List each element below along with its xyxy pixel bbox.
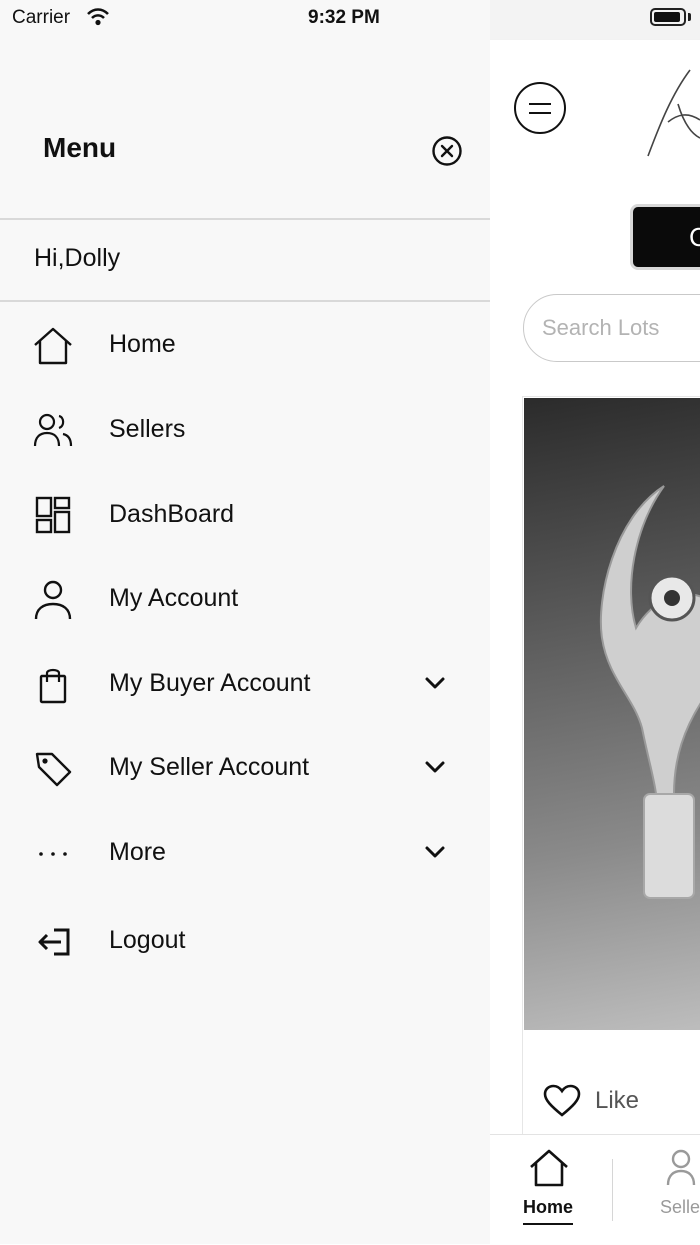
home-icon — [530, 1149, 568, 1187]
battery-cap — [688, 13, 691, 21]
lot-card[interactable]: Like — [522, 396, 700, 1134]
carrier-label: Carrier — [12, 7, 71, 28]
user-greeting: Hi,Dolly — [34, 244, 121, 272]
more-dots-icon — [39, 852, 67, 856]
search-input[interactable]: Search Lots — [523, 294, 700, 362]
dashboard-icon — [35, 496, 71, 534]
tab-divider — [612, 1159, 613, 1221]
like-button[interactable]: Like — [543, 1081, 639, 1121]
menu-item-sellers[interactable]: Sellers — [0, 395, 490, 465]
shopping-bag-icon — [39, 668, 67, 704]
menu-item-home[interactable]: Home — [0, 310, 490, 380]
users-icon — [666, 1149, 696, 1186]
tab-sellers-label: Selle — [660, 1197, 700, 1217]
menu-item-logout[interactable]: Logout — [0, 906, 490, 976]
drawer-title: Menu — [43, 132, 117, 163]
lot-image[interactable] — [524, 398, 700, 1030]
tab-home[interactable]: Home — [490, 1135, 606, 1245]
menu-item-dashboard[interactable]: DashBoard — [0, 480, 490, 550]
chevron-down-icon[interactable] — [424, 844, 446, 860]
home-icon — [34, 327, 72, 365]
menu-item-label: My Buyer Account — [109, 669, 311, 697]
battery-icon — [650, 8, 686, 26]
menu-item-label: My Account — [109, 584, 239, 612]
primary-button-label: C — [689, 222, 700, 252]
menu-item-label: DashBoard — [109, 500, 235, 528]
active-tab-indicator — [523, 1223, 573, 1225]
primary-button[interactable]: C — [630, 204, 700, 270]
menu-item-label: More — [109, 838, 166, 866]
users-icon — [33, 413, 73, 447]
bottom-tab-bar: Home Selle — [490, 1134, 700, 1245]
menu-item-my-seller-account[interactable]: My Seller Account — [0, 733, 490, 803]
tag-icon — [35, 752, 72, 787]
menu-item-my-account[interactable]: My Account — [0, 564, 490, 634]
status-bar: Carrier 9:32 PM — [0, 0, 700, 40]
tab-home-label: Home — [522, 1197, 573, 1217]
chevron-down-icon[interactable] — [424, 759, 446, 775]
divider — [0, 300, 490, 302]
clock: 9:32 PM — [308, 7, 380, 28]
chevron-down-icon[interactable] — [424, 675, 446, 691]
sculpture-image — [599, 485, 700, 899]
side-drawer: Menu Hi,Dolly Home Sellers DashBoard My … — [0, 0, 490, 1244]
menu-item-label: Sellers — [109, 415, 186, 443]
like-label: Like — [595, 1087, 640, 1114]
tab-sellers[interactable]: Selle — [640, 1135, 700, 1245]
brand-logo — [647, 69, 700, 157]
menu-item-my-buyer-account[interactable]: My Buyer Account — [0, 649, 490, 719]
hamburger-menu-icon[interactable] — [514, 82, 566, 134]
app-content: C Search Lots Like — [490, 186, 700, 1134]
user-icon — [34, 580, 72, 620]
divider — [0, 218, 490, 220]
menu-item-label: Logout — [109, 926, 186, 954]
app-header — [490, 40, 700, 186]
wifi-icon — [87, 8, 109, 26]
menu-item-label: Home — [109, 330, 176, 358]
menu-item-more[interactable]: More — [0, 818, 490, 888]
menu-item-label: My Seller Account — [109, 753, 310, 781]
heart-icon — [543, 1084, 581, 1117]
close-icon[interactable] — [430, 134, 464, 168]
logout-icon — [38, 928, 70, 956]
